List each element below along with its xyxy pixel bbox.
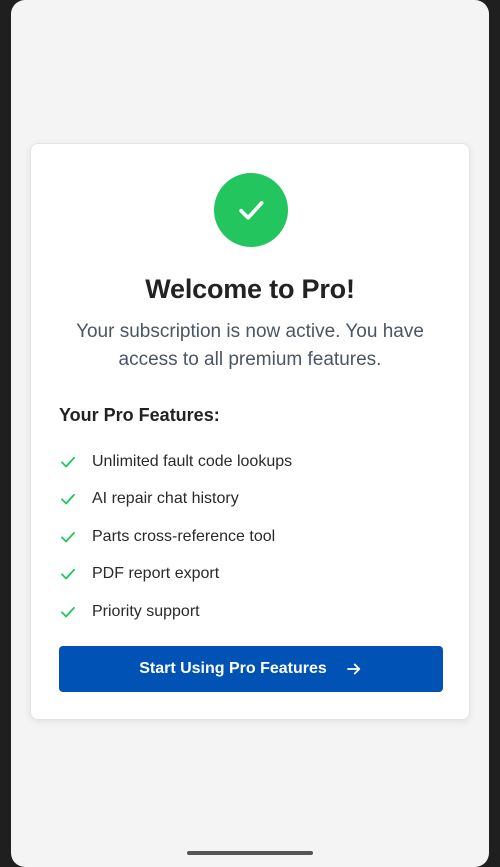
feature-item: Unlimited fault code lookups [59,443,292,481]
check-icon [59,603,77,621]
feature-label: Unlimited fault code lookups [92,452,293,470]
home-indicator[interactable] [187,851,313,855]
feature-label: Priority support [92,602,200,620]
feature-item: PDF report export [59,556,292,594]
feature-label: PDF report export [92,565,220,583]
check-icon [59,565,77,583]
features-list: Unlimited fault code lookups AI repair c… [59,443,292,631]
welcome-card: Welcome to Pro! Your subscription is now… [30,143,470,720]
features-heading: Your Pro Features: [59,405,220,425]
check-icon [59,528,77,546]
feature-item: Priority support [59,593,292,631]
feature-label: Parts cross-reference tool [92,527,276,545]
start-using-pro-button[interactable]: Start Using Pro Features [59,646,443,692]
feature-item: Parts cross-reference tool [59,518,292,556]
feature-item: AI repair chat history [59,481,292,519]
feature-label: AI repair chat history [92,490,239,508]
page-title: Welcome to Pro! [145,274,355,304]
check-icon [59,490,77,508]
app-screen: Welcome to Pro! Your subscription is now… [11,0,489,867]
subscription-message: Your subscription is now active. You hav… [76,321,424,370]
success-check-icon [214,173,288,247]
check-icon [59,453,77,471]
cta-label: Start Using Pro Features [139,660,327,677]
arrow-right-icon [345,660,363,678]
